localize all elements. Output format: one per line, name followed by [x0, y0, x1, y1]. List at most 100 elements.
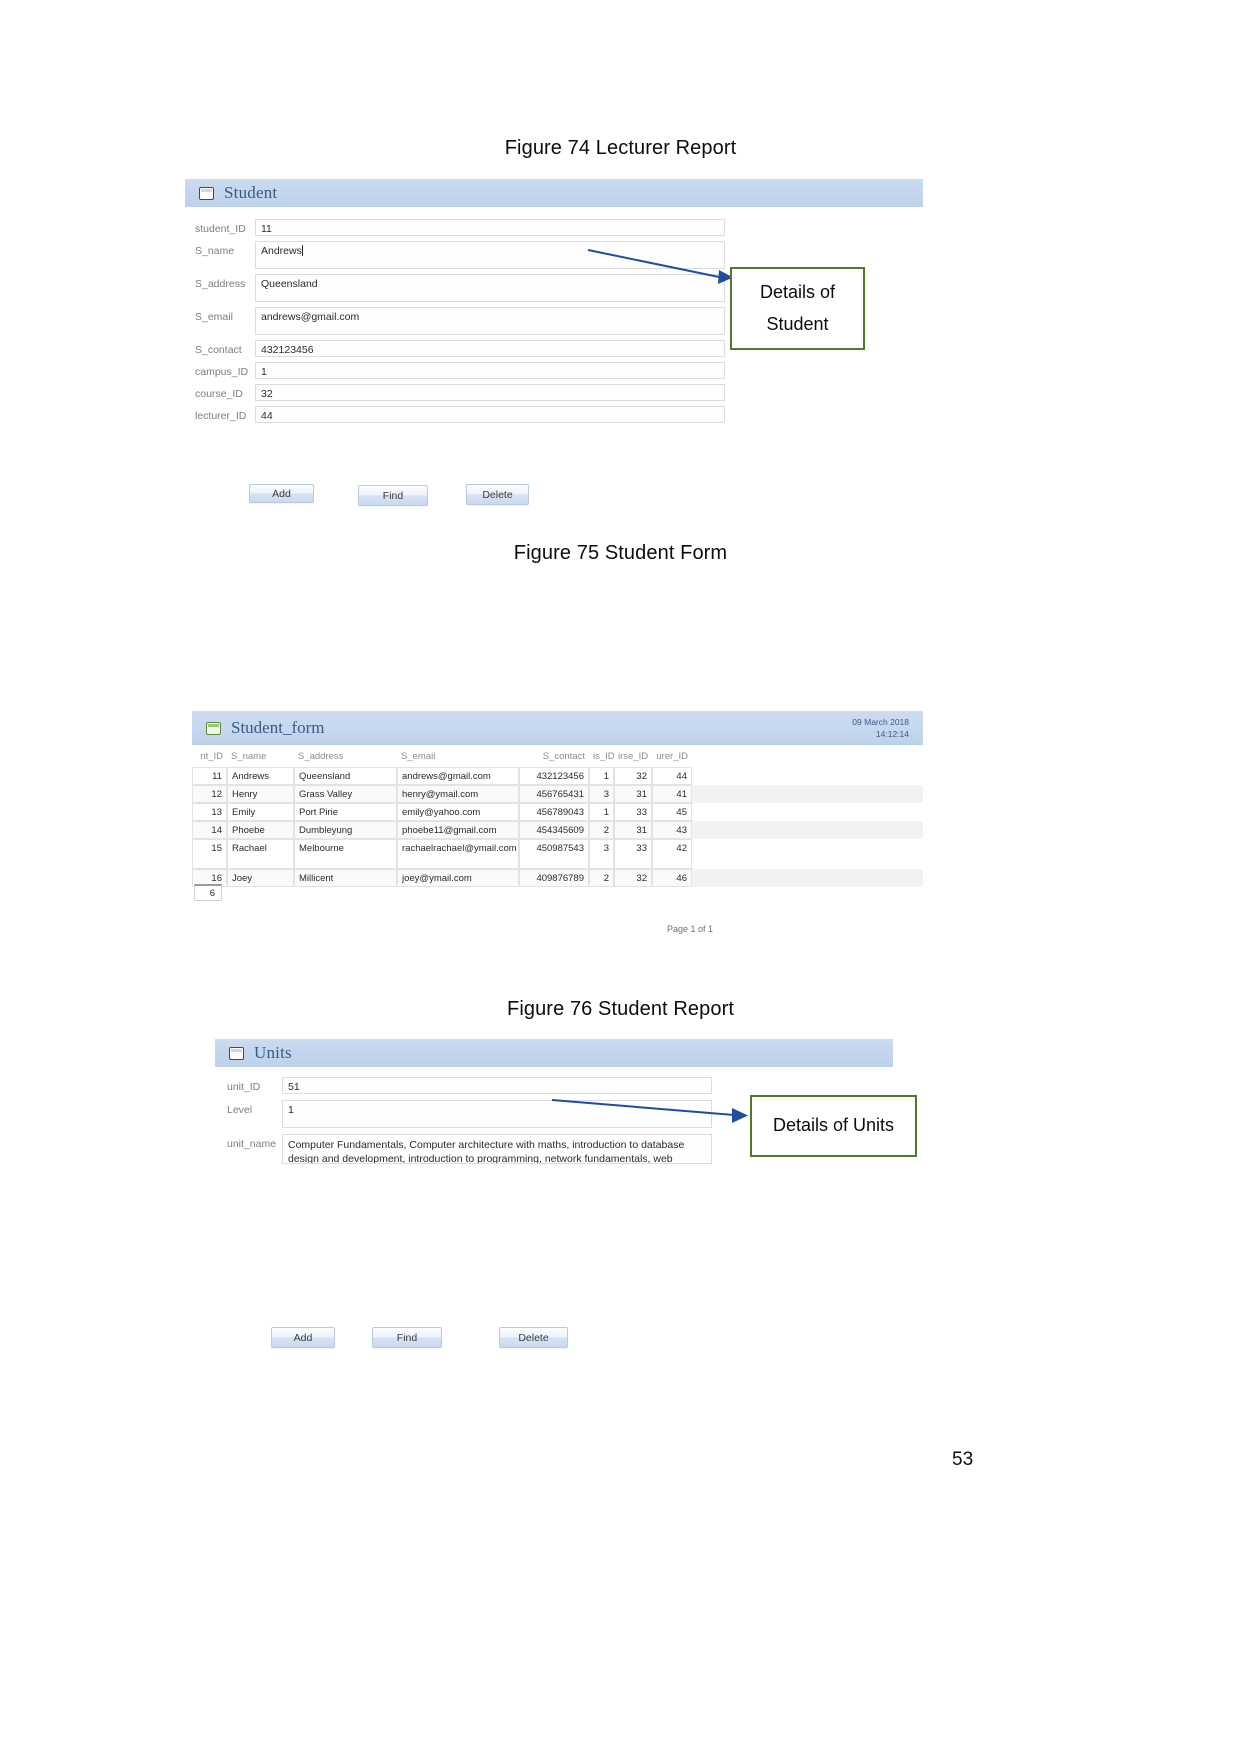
field-input-s-email[interactable]: andrews@gmail.com — [255, 307, 725, 335]
page-number: 53 — [952, 1449, 974, 1470]
text-caret — [301, 245, 303, 256]
cell-lecturer-id: 43 — [652, 821, 692, 839]
cell-s-name: Emily — [227, 803, 294, 821]
cell-course-id: 33 — [614, 803, 652, 821]
student-details-callout: Details of Student — [730, 267, 865, 350]
cell-lecturer-id: 44 — [652, 767, 692, 785]
col-header-s-address: S_address — [298, 751, 344, 762]
cell-s-contact: 454345609 — [519, 821, 589, 839]
student-delete-button[interactable]: Delete — [466, 484, 529, 505]
report-column-headers: nt_ID S_name S_address S_email S_contact… — [192, 745, 923, 767]
field-input-unit-name[interactable]: Computer Fundamentals, Computer architec… — [282, 1134, 712, 1164]
report-date: 09 March 2018 — [852, 716, 909, 727]
field-label-lecturer-id: lecturer_ID — [195, 410, 247, 422]
student-report-title: Student_form — [231, 718, 325, 737]
col-header-s-email: S_email — [401, 751, 436, 762]
units-callout-arrow — [551, 1099, 748, 1123]
cell-student-id: 15 — [192, 839, 227, 869]
field-input-student-id[interactable]: 11 — [255, 219, 725, 236]
cell-s-name: Henry — [227, 785, 294, 803]
field-label-unit-id: unit_ID — [227, 1081, 261, 1093]
table-row: 16 Joey Millicent joey@ymail.com 4098767… — [192, 869, 923, 887]
field-label-course-id: course_ID — [195, 388, 243, 400]
cell-course-id: 33 — [614, 839, 652, 869]
figure-74-caption: Figure 74 Lecturer Report — [504, 137, 737, 159]
cell-course-id: 31 — [614, 785, 652, 803]
table-row: 11 Andrews Queensland andrews@gmail.com … — [192, 767, 923, 785]
units-form-titlebar: Units — [215, 1039, 893, 1067]
field-input-course-id[interactable]: 32 — [255, 384, 725, 401]
field-row-s-name: S_name Andrews — [195, 241, 915, 269]
field-input-campus-id[interactable]: 1 — [255, 362, 725, 379]
field-input-s-contact[interactable]: 432123456 — [255, 340, 725, 357]
field-value-s-name: Andrews — [261, 245, 302, 257]
figure-75-caption: Figure 75 Student Form — [513, 542, 728, 564]
figure-76-caption: Figure 76 Student Report — [507, 998, 734, 1020]
report-window-icon — [206, 721, 221, 735]
report-record-count: 6 — [194, 884, 222, 901]
field-label-s-contact: S_contact — [195, 344, 242, 356]
student-callout-arrow — [587, 249, 733, 284]
cell-s-address: Port Pirie — [294, 803, 397, 821]
field-label-level: Level — [227, 1104, 253, 1116]
cell-s-name: Phoebe — [227, 821, 294, 839]
units-form-title: Units — [254, 1043, 292, 1062]
field-value-unit-name: Computer Fundamentals, Computer architec… — [288, 1139, 685, 1164]
cell-lecturer-id: 45 — [652, 803, 692, 821]
field-row-unit-id: unit_ID 51 — [227, 1077, 887, 1094]
student-add-button[interactable]: Add — [249, 484, 314, 503]
cell-s-email: andrews@gmail.com — [397, 767, 519, 785]
cell-lecturer-id: 41 — [652, 785, 692, 803]
units-delete-button[interactable]: Delete — [499, 1327, 568, 1348]
cell-s-address: Dumbleyung — [294, 821, 397, 839]
field-label-unit-name: unit_name — [227, 1138, 277, 1150]
units-details-callout: Details of Units — [750, 1095, 917, 1157]
field-label-student-id: student_ID — [195, 223, 246, 235]
col-header-campus-id: is_ID — [593, 751, 615, 762]
field-input-unit-id[interactable]: 51 — [282, 1077, 712, 1094]
col-header-lecturer-id: urer_ID — [656, 751, 688, 762]
cell-campus-id: 2 — [589, 869, 614, 887]
report-time: 14:12:14 — [875, 729, 909, 739]
table-row: 15 Rachael Melbourne rachaelrachael@ymai… — [192, 839, 923, 869]
field-row-course-id: course_ID 32 — [195, 384, 915, 401]
cell-s-contact: 432123456 — [519, 767, 589, 785]
cell-campus-id: 3 — [589, 839, 614, 869]
student-find-button[interactable]: Find — [358, 485, 428, 506]
student-report-titlebar: Student_form 09 March 2018 14:12:14 — [192, 711, 923, 745]
cell-course-id: 31 — [614, 821, 652, 839]
report-title-group: Student_form — [206, 718, 325, 738]
cell-s-email: emily@yahoo.com — [397, 803, 519, 821]
cell-campus-id: 3 — [589, 785, 614, 803]
cell-s-email: rachaelrachael@ymail.com — [397, 839, 519, 869]
table-row: 12 Henry Grass Valley henry@ymail.com 45… — [192, 785, 923, 803]
cell-campus-id: 2 — [589, 821, 614, 839]
units-find-button[interactable]: Find — [372, 1327, 442, 1348]
field-label-campus-id: campus_ID — [195, 366, 249, 378]
cell-s-contact: 456765431 — [519, 785, 589, 803]
cell-course-id: 32 — [614, 869, 652, 887]
field-row-campus-id: campus_ID 1 — [195, 362, 915, 379]
units-form-window: Units unit_ID 51 Level 1 unit_name Compu… — [215, 1039, 893, 1319]
cell-s-contact: 409876789 — [519, 869, 589, 887]
col-header-s-contact: S_contact — [542, 751, 585, 762]
cell-s-email: joey@ymail.com — [397, 869, 519, 887]
report-timestamp: 09 March 2018 14:12:14 — [852, 716, 909, 741]
field-input-lecturer-id[interactable]: 44 — [255, 406, 725, 423]
student-form-title: Student — [224, 183, 278, 202]
col-header-student-id: nt_ID — [200, 751, 223, 762]
cell-s-address: Grass Valley — [294, 785, 397, 803]
cell-s-name: Andrews — [227, 767, 294, 785]
units-add-button[interactable]: Add — [271, 1327, 335, 1348]
col-header-course-id: irse_ID — [618, 751, 649, 762]
student-callout-line1: Details of — [759, 282, 836, 302]
cell-s-contact: 450987543 — [519, 839, 589, 869]
cell-course-id: 32 — [614, 767, 652, 785]
cell-s-address: Queensland — [294, 767, 397, 785]
cell-s-email: phoebe11@gmail.com — [397, 821, 519, 839]
cell-student-id: 13 — [192, 803, 227, 821]
cell-lecturer-id: 46 — [652, 869, 692, 887]
form-window-icon — [199, 186, 214, 200]
report-page-footer: Page 1 of 1 — [667, 924, 714, 934]
document-page: Figure 74 Lecturer Report Student studen… — [0, 0, 1241, 1754]
